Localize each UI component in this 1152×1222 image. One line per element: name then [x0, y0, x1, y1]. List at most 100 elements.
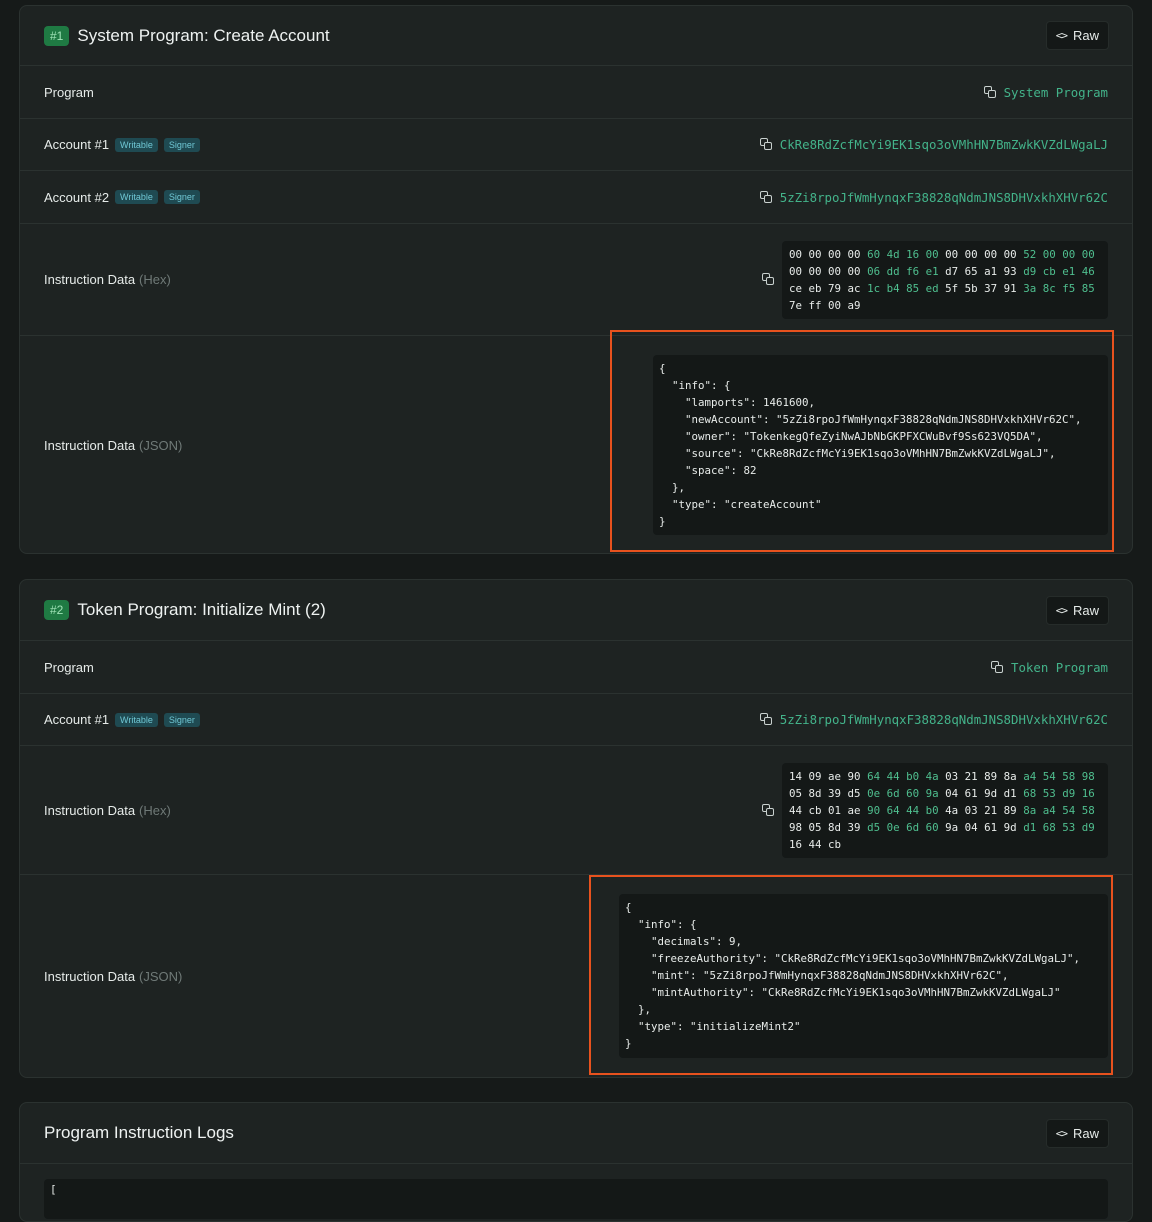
writable-badge: Writable [115, 712, 158, 727]
signer-badge: Signer [163, 137, 200, 152]
instruction-title-text: Token Program: Initialize Mint (2) [77, 600, 326, 619]
hex-byte: 00 [964, 247, 985, 261]
hex-byte: 9d [1003, 820, 1024, 834]
hex-byte: 9a [925, 786, 946, 800]
hex-byte: 90 [847, 769, 868, 783]
raw-button[interactable]: <> Raw [1045, 1118, 1109, 1148]
copy-icon[interactable] [759, 713, 773, 726]
hex-data-wrap: 14 09 ae 90 64 44 b0 4a 03 21 89 8a a4 5… [762, 762, 1108, 858]
hex-byte: 00 [828, 298, 848, 312]
hex-byte: 54 [1042, 769, 1063, 783]
hex-line: 00 00 00 00 06 dd f6 e1 d7 65 a1 93 d9 c… [789, 263, 1101, 280]
copy-icon[interactable] [759, 190, 773, 204]
hex-byte: b0 [925, 803, 946, 817]
copy-icon[interactable] [762, 803, 775, 817]
writable-badge: Writable [115, 190, 158, 204]
hex-byte: 44 [789, 803, 809, 817]
json-label-text: Instruction Data [44, 968, 136, 984]
raw-button[interactable]: <> Raw [1045, 21, 1109, 50]
hex-line: 14 09 ae 90 64 44 b0 4a 03 21 89 8a a4 5… [789, 768, 1101, 785]
writable-badge: Writable [115, 137, 158, 152]
hex-byte: f6 [906, 264, 926, 278]
json-data-box: { "info": { "lamports": 1461600, "newAcc… [653, 355, 1108, 535]
hex-data-label: Instruction Data (Hex) [44, 272, 171, 287]
hex-byte: 00 [828, 264, 848, 278]
json-data-label: Instruction Data (JSON) [44, 969, 182, 984]
copy-icon[interactable] [991, 660, 1004, 674]
program-name: System Program [1003, 84, 1108, 100]
hex-byte: d5 [847, 786, 868, 800]
json-data-label: Instruction Data (JSON) [44, 438, 182, 453]
hex-byte: 61 [964, 786, 985, 800]
account-label: Account #1 Writable Signer [44, 137, 200, 152]
account-label: Account #1 Writable Signer [44, 712, 200, 727]
hex-byte: 64 [867, 769, 887, 783]
hex-byte: ac [847, 281, 868, 295]
instruction-number-badge: #2 [44, 600, 70, 620]
program-row: Program System Program [20, 66, 1132, 119]
hex-byte: 00 [945, 247, 965, 261]
hex-byte: 03 [964, 803, 985, 817]
hex-byte: 93 [1003, 264, 1024, 278]
account-address: 5zZi8rpoJfWmHynqxF38828qNdmJNS8DHVxkhXHV… [779, 712, 1108, 727]
hex-byte: 01 [828, 803, 848, 817]
hex-byte: ae [828, 769, 848, 783]
hex-byte: ff [808, 298, 829, 312]
hex-byte: 98 [789, 820, 809, 834]
signer-badge: Signer [163, 712, 200, 727]
hex-byte: e1 [925, 264, 946, 278]
hex-data-box: 00 00 00 00 60 4d 16 00 00 00 00 00 52 0… [782, 240, 1108, 319]
account-row: Account #2 Writable Signer 5zZi8rpoJfWmH… [20, 171, 1132, 224]
hex-byte: 00 [808, 247, 829, 261]
hex-byte: 8d [828, 820, 848, 834]
hex-byte: 03 [945, 769, 965, 783]
hex-byte: a9 [847, 298, 861, 312]
hex-byte: 53 [1062, 820, 1082, 834]
hex-byte: d1 [1023, 820, 1043, 834]
hex-line: 98 05 8d 39 d5 0e 6d 60 9a 04 61 9d d1 6… [789, 819, 1101, 836]
hex-line: 16 44 cb [789, 836, 1101, 853]
hex-byte: 44 [886, 769, 907, 783]
code-icon: <> [1055, 1126, 1068, 1140]
hex-byte: 00 [789, 264, 809, 278]
hex-byte: ed [925, 281, 946, 295]
hex-byte: 14 [789, 769, 809, 783]
hex-data-row: Instruction Data (Hex) 14 09 ae 90 64 44… [20, 746, 1132, 875]
hex-byte: 00 [925, 247, 946, 261]
hex-byte: 8c [1042, 281, 1063, 295]
hex-byte: 5b [964, 281, 985, 295]
hex-byte: 58 [1062, 769, 1082, 783]
hex-byte: 52 [1023, 247, 1043, 261]
hex-byte: 16 [789, 837, 809, 851]
logs-card: Program Instruction Logs <> Raw [ [19, 1102, 1133, 1222]
hex-byte: 90 [867, 803, 887, 817]
copy-icon[interactable] [983, 85, 997, 99]
copy-icon[interactable] [762, 273, 775, 286]
hex-byte: ae [847, 803, 868, 817]
account-address-link[interactable]: 5zZi8rpoJfWmHynqxF38828qNdmJNS8DHVxkhXHV… [759, 712, 1108, 727]
instruction-number-badge: #1 [44, 25, 70, 46]
hex-byte: 68 [1042, 820, 1063, 834]
hex-byte: d5 [867, 820, 887, 834]
hex-byte: a1 [984, 264, 1004, 278]
copy-icon[interactable] [759, 138, 773, 151]
hex-byte: d9 [1023, 264, 1043, 278]
hex-byte: cb [808, 803, 829, 817]
hex-byte: 00 [808, 264, 829, 278]
hex-byte: 68 [1023, 786, 1043, 800]
signer-badge: Signer [163, 190, 200, 204]
raw-button[interactable]: <> Raw [1045, 595, 1109, 625]
program-link[interactable]: System Program [983, 84, 1108, 100]
program-link[interactable]: Token Program [991, 660, 1108, 675]
account-address: 5zZi8rpoJfWmHynqxF38828qNdmJNS8DHVxkhXHV… [779, 189, 1108, 205]
hex-byte: 79 [828, 281, 848, 295]
hex-line: 05 8d 39 d5 0e 6d 60 9a 04 61 9d d1 68 5… [789, 785, 1101, 802]
hex-byte: 91 [1003, 281, 1024, 295]
account-address-link[interactable]: 5zZi8rpoJfWmHynqxF38828qNdmJNS8DHVxkhXHV… [759, 189, 1108, 205]
account-address-link[interactable]: CkRe8RdZcfMcYi9EK1sqo3oVMhHN7BmZwkKVZdLW… [759, 137, 1108, 152]
json-label-sub: (JSON) [139, 437, 183, 453]
hex-byte: 65 [964, 264, 985, 278]
hex-byte: 58 [1081, 803, 1095, 817]
hex-byte: 53 [1042, 786, 1063, 800]
hex-byte: 1c [867, 281, 887, 295]
